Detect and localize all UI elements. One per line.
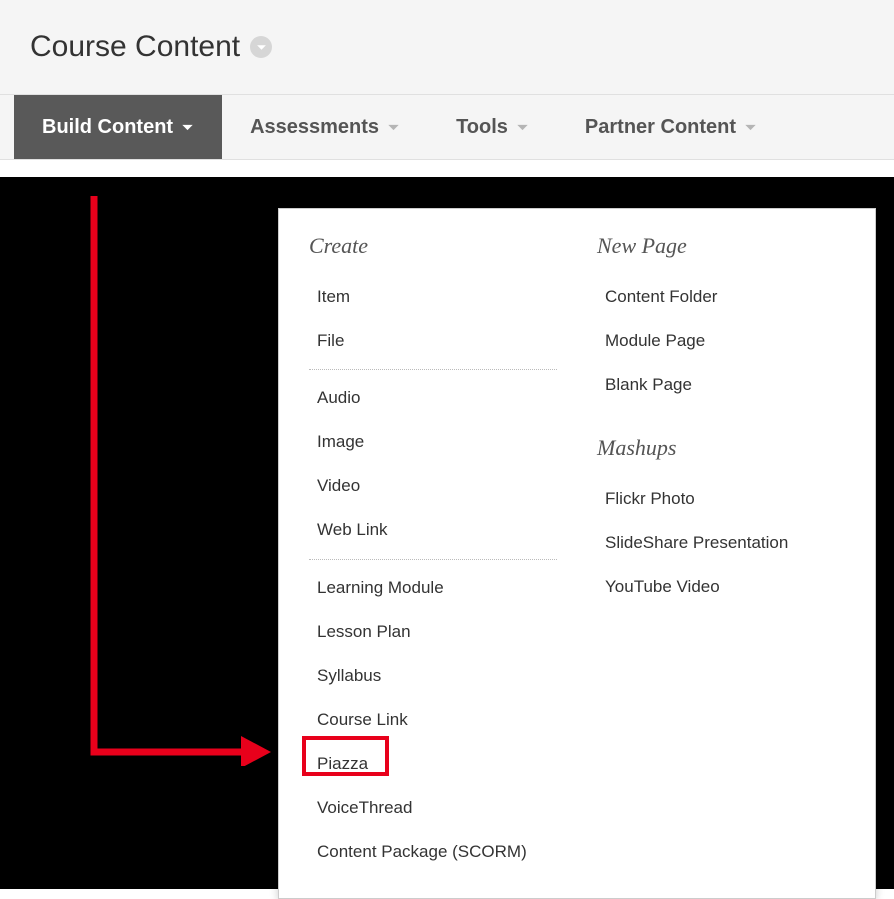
menu-item-image[interactable]: Image bbox=[309, 420, 557, 464]
chevron-down-icon bbox=[744, 121, 757, 134]
chevron-down-icon bbox=[516, 121, 529, 134]
create-heading: Create bbox=[309, 233, 557, 259]
chevron-down-icon bbox=[181, 121, 194, 134]
dropdown-column-right: New Page Content Folder Module Page Blan… bbox=[597, 227, 845, 874]
menu-item-content-folder[interactable]: Content Folder bbox=[597, 275, 845, 319]
divider bbox=[309, 369, 557, 370]
assessments-label: Assessments bbox=[250, 116, 379, 139]
divider bbox=[309, 559, 557, 560]
chevron-down-icon[interactable] bbox=[250, 36, 272, 58]
menu-item-web-link[interactable]: Web Link bbox=[309, 508, 557, 552]
tools-button[interactable]: Tools bbox=[428, 95, 557, 159]
menu-item-audio[interactable]: Audio bbox=[309, 376, 557, 420]
page-header: Course Content bbox=[0, 0, 894, 95]
menu-item-content-package-scorm[interactable]: Content Package (SCORM) bbox=[309, 830, 557, 874]
partner-content-button[interactable]: Partner Content bbox=[557, 95, 785, 159]
page-title-wrap: Course Content bbox=[30, 30, 894, 64]
menu-item-video[interactable]: Video bbox=[309, 464, 557, 508]
tools-label: Tools bbox=[456, 116, 508, 139]
action-toolbar: Build Content Assessments Tools Partner … bbox=[0, 95, 894, 160]
new-page-heading: New Page bbox=[597, 233, 845, 259]
page-title: Course Content bbox=[30, 30, 240, 64]
build-content-button[interactable]: Build Content bbox=[14, 95, 222, 159]
menu-item-youtube-video[interactable]: YouTube Video bbox=[597, 565, 845, 609]
menu-item-module-page[interactable]: Module Page bbox=[597, 319, 845, 363]
dropdown-column-left: Create Item File Audio Image Video Web L… bbox=[309, 227, 557, 874]
menu-item-course-link[interactable]: Course Link bbox=[309, 698, 557, 742]
menu-item-file[interactable]: File bbox=[309, 319, 557, 363]
mashups-heading: Mashups bbox=[597, 435, 845, 461]
menu-item-flickr-photo[interactable]: Flickr Photo bbox=[597, 477, 845, 521]
assessments-button[interactable]: Assessments bbox=[222, 95, 428, 159]
menu-item-piazza[interactable]: Piazza bbox=[309, 742, 557, 786]
menu-item-slideshare-presentation[interactable]: SlideShare Presentation bbox=[597, 521, 845, 565]
menu-item-blank-page[interactable]: Blank Page bbox=[597, 363, 845, 407]
build-content-dropdown: Create Item File Audio Image Video Web L… bbox=[278, 208, 876, 899]
menu-item-item[interactable]: Item bbox=[309, 275, 557, 319]
chevron-down-icon bbox=[387, 121, 400, 134]
partner-content-label: Partner Content bbox=[585, 116, 736, 139]
menu-item-voicethread[interactable]: VoiceThread bbox=[309, 786, 557, 830]
menu-item-learning-module[interactable]: Learning Module bbox=[309, 566, 557, 610]
build-content-label: Build Content bbox=[42, 116, 173, 139]
menu-item-syllabus[interactable]: Syllabus bbox=[309, 654, 557, 698]
menu-item-lesson-plan[interactable]: Lesson Plan bbox=[309, 610, 557, 654]
